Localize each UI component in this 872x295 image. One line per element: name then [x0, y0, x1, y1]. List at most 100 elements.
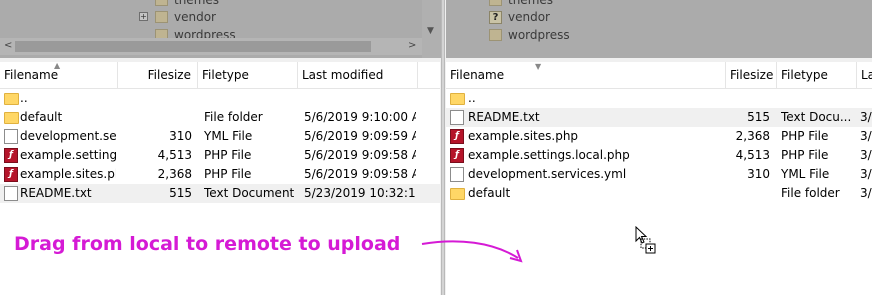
file-last-modified: 5/6/2019 9:09:59 AM: [304, 129, 416, 143]
expand-icon[interactable]: +: [139, 12, 148, 21]
file-name: development.services.yml: [468, 167, 627, 181]
folder-icon: [450, 188, 465, 200]
file-type: File folder: [204, 110, 263, 124]
file-last-modified: 5/6/2019 9:09:58 AM: [304, 167, 416, 181]
list-header: ▼ Filename Filesize Filetype La: [446, 62, 872, 89]
file-last-modified: 3/: [860, 186, 872, 200]
php-file-icon: ƒ: [450, 129, 464, 144]
file-size: 310: [747, 167, 770, 181]
column-filetype[interactable]: Filetype: [777, 62, 857, 88]
column-filetype[interactable]: Filetype: [198, 62, 298, 88]
file-type: File folder: [781, 186, 840, 200]
folder-icon: [155, 0, 168, 6]
document-icon: [450, 167, 464, 182]
file-type: YML File: [204, 129, 253, 143]
php-file-icon: ƒ: [4, 148, 18, 163]
file-size: 515: [169, 186, 192, 200]
file-row[interactable]: ƒ example.settings.local.php 4,513 PHP File…: [446, 146, 872, 165]
file-last-modified: 3/: [860, 167, 872, 181]
tree-vertical-scrollbar[interactable]: ▼: [422, 0, 442, 58]
file-type: Text Document: [204, 186, 295, 200]
file-last-modified: 5/23/2019 10:32:11...: [304, 186, 416, 200]
tree-item-vendor[interactable]: vendor: [155, 8, 216, 26]
file-last-modified: 3/: [860, 148, 872, 162]
file-row[interactable]: README.txt 515 Text Docu... 3/: [446, 108, 872, 127]
drag-instruction-annotation: Drag from local to remote to upload: [14, 233, 401, 255]
folder-icon: [489, 29, 502, 41]
file-row[interactable]: README.txt 515 Text Document 5/23/2019 10:3…: [0, 184, 440, 203]
file-size: 515: [747, 110, 770, 124]
file-size: 2,368: [735, 129, 770, 143]
remote-directory-tree[interactable]: themes ? vendor wordpress: [446, 0, 872, 58]
file-size: [118, 89, 192, 108]
drag-copy-cursor-icon: [635, 226, 656, 254]
folder-icon: [4, 93, 19, 105]
scrollbar-thumb[interactable]: [15, 41, 371, 52]
folder-icon: [155, 11, 168, 23]
document-icon: [4, 129, 18, 144]
file-name: README.txt: [20, 186, 92, 200]
file-row[interactable]: default File folder 3/: [446, 184, 872, 203]
column-last-modified[interactable]: Last modified: [298, 62, 418, 88]
folder-icon: [489, 0, 502, 6]
file-name: default: [20, 110, 63, 124]
file-type: Text Docu...: [781, 110, 852, 124]
scroll-right-icon[interactable]: >: [408, 40, 416, 51]
file-row[interactable]: ..: [0, 89, 440, 108]
file-size: 310: [169, 129, 192, 143]
column-last-modified[interactable]: La: [857, 62, 872, 88]
file-name: default: [468, 186, 511, 200]
file-name: example.sites.php: [468, 129, 579, 143]
tree-item-wordpress[interactable]: wordpress: [489, 26, 570, 44]
file-type: PHP File: [204, 148, 252, 162]
file-name: example.settings.local.php: [468, 148, 630, 162]
file-name: example.sites.php: [20, 167, 116, 181]
text-file-icon: [450, 110, 464, 125]
tree-item-vendor[interactable]: ? vendor: [489, 8, 550, 26]
file-name: development.se...: [20, 129, 116, 143]
file-type: [204, 89, 296, 108]
text-file-icon: [4, 186, 18, 201]
file-type: PHP File: [204, 167, 252, 181]
file-row[interactable]: default File folder 5/6/2019 9:10:00 AM: [0, 108, 440, 127]
unknown-folder-icon: ?: [489, 10, 502, 24]
file-type: [781, 89, 857, 108]
file-row[interactable]: development.se... 310 YML File 5/6/2019 9:0…: [0, 127, 440, 146]
file-row[interactable]: ..: [446, 89, 872, 108]
local-directory-tree[interactable]: themes + vendor wordpress < >: [0, 0, 422, 58]
scroll-left-icon[interactable]: <: [4, 40, 12, 51]
file-last-modified: [304, 89, 416, 108]
file-last-modified: 3/: [860, 129, 872, 143]
folder-icon: [4, 112, 19, 124]
column-filename[interactable]: Filename: [0, 62, 118, 88]
file-last-modified: [860, 89, 872, 108]
local-file-list[interactable]: ▲ Filename Filesize Filetype Last modifi…: [0, 61, 440, 295]
column-filesize[interactable]: Filesize: [118, 62, 198, 88]
file-size: 4,513: [735, 148, 770, 162]
folder-icon: [450, 93, 465, 105]
file-row[interactable]: development.services.yml 310 YML File 3/: [446, 165, 872, 184]
file-size: [726, 184, 770, 203]
file-size: [726, 89, 770, 108]
column-filename[interactable]: Filename: [446, 62, 726, 88]
file-row[interactable]: ƒexample.sites.php 2,368 PHP File 5/6/2019 …: [0, 165, 440, 184]
file-name: example.setting...: [20, 148, 116, 162]
file-name: ..: [20, 91, 28, 105]
column-filesize[interactable]: Filesize: [726, 62, 777, 88]
file-type: PHP File: [781, 148, 829, 162]
horizontal-scrollbar[interactable]: < >: [0, 38, 422, 55]
file-size: [118, 108, 192, 127]
file-last-modified: 5/6/2019 9:10:00 AM: [304, 110, 416, 124]
php-file-icon: ƒ: [450, 148, 464, 163]
file-last-modified: 5/6/2019 9:09:58 AM: [304, 148, 416, 162]
file-last-modified: 3/: [860, 110, 872, 124]
file-row[interactable]: ƒ example.sites.php 2,368 PHP File 3/: [446, 127, 872, 146]
file-size: 4,513: [157, 148, 192, 162]
file-name: README.txt: [468, 110, 540, 124]
file-name: ..: [468, 91, 476, 105]
file-size: 2,368: [157, 167, 192, 181]
curved-arrow-icon: [421, 240, 523, 263]
php-file-icon: ƒ: [4, 167, 18, 182]
file-row[interactable]: ƒexample.setting... 4,513 PHP File 5/6/2019…: [0, 146, 440, 165]
scroll-down-icon[interactable]: ▼: [427, 26, 434, 36]
